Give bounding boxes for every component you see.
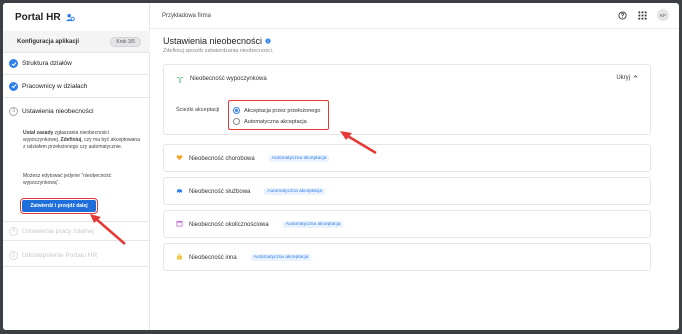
check-icon	[9, 81, 18, 91]
radio-selected-icon	[233, 107, 240, 114]
approval-paths-label: Ścieżki akceptacji	[176, 107, 220, 113]
calendar-icon	[176, 220, 183, 229]
car-icon	[176, 187, 183, 196]
step-number-icon: 3	[9, 106, 18, 116]
users-settings-icon[interactable]	[65, 13, 75, 22]
card-title: Nieobecność okolicznościowa	[189, 221, 269, 228]
step-udostepnienie: 5 Udostępnienie Portalu HR	[3, 245, 150, 267]
step-label: Udostępnienie Portalu HR	[22, 252, 98, 259]
card-header[interactable]: Nieobecność wypoczynkowa	[164, 65, 650, 92]
step-struktura-dzialow[interactable]: Struktura działów	[3, 53, 150, 75]
step-number-icon: 5	[9, 251, 18, 260]
palm-tree-icon	[176, 75, 184, 83]
desc-bold: Ustal zasady	[23, 130, 54, 136]
approval-badge: Automatyczna akceptacja	[250, 254, 312, 261]
apps-grid-icon[interactable]	[637, 10, 647, 20]
confirm-next-button[interactable]: Zatwierdź i przejdź dalej	[20, 198, 98, 214]
step-description: Ustal zasady zgłaszania nieobecności wyp…	[23, 130, 141, 151]
company-name: Przykładowa firma	[162, 12, 212, 19]
absence-card-sick[interactable]: Nieobecność chorobowa Automatyczna akcep…	[163, 144, 651, 172]
check-icon	[9, 59, 18, 68]
step-ustawienia-nieobecnosci[interactable]: 3 Ustawienia nieobecności	[3, 105, 150, 117]
step-note: Możesz edytować jedynie "nieobecność wyp…	[23, 173, 112, 186]
page-subtitle: Zdefiniuj sposób zatwierdzania nieobecno…	[163, 48, 274, 54]
page-title-text: Ustawienia nieobecności	[163, 36, 263, 46]
chevron-up-icon	[633, 74, 638, 81]
card-header: Nieobecność chorobowa Automatyczna akcep…	[164, 145, 650, 172]
step-label: Pracownicy w działach	[22, 82, 88, 90]
step-label: Ustawienia nieobecności	[22, 107, 94, 115]
top-actions: KP	[617, 9, 669, 21]
approval-badge: Automatyczna akceptacja	[282, 221, 344, 228]
absence-card-business[interactable]: Nieobecność służbowa Automatyczna akcept…	[163, 177, 651, 205]
step-badge: Krok 3/5	[110, 36, 141, 47]
config-title: Konfiguracja aplikacji	[17, 38, 80, 45]
app-title: Portal HR	[15, 12, 61, 23]
card-title: Nieobecność inna	[189, 254, 237, 261]
approval-badge: Automatyczna akceptacja	[268, 155, 330, 162]
radio-empty-icon	[233, 118, 240, 125]
approval-options: Akceptacja przez przełożonego Automatycz…	[228, 100, 329, 130]
radio-label: Automatyczna akceptacja	[244, 118, 307, 125]
app-brand: Portal HR	[15, 12, 75, 23]
card-title: Nieobecność wypoczynkowa	[190, 75, 267, 82]
step-label: Struktura działów	[22, 60, 72, 67]
hide-label: Ukryj	[616, 74, 630, 81]
absence-card-occasional[interactable]: Nieobecność okolicznościowa Automatyczna…	[163, 210, 651, 238]
card-title: Nieobecność chorobowa	[189, 155, 255, 162]
card-header: Nieobecność służbowa Automatyczna akcept…	[164, 178, 650, 205]
app-window: Portal HR Konfiguracja aplikacji Krok 3/…	[3, 3, 679, 330]
hide-toggle[interactable]: Ukryj	[616, 74, 638, 81]
step-number-icon: 4	[9, 226, 18, 236]
card-header: Nieobecność inna Automatyczna akceptacja	[164, 244, 650, 271]
help-icon[interactable]	[617, 10, 627, 20]
step-praca-zdalna: 4 Ustawienia pracy zdalnej	[3, 221, 150, 241]
absence-card-other[interactable]: Nieobecność inna Automatyczna akceptacja	[163, 243, 651, 271]
absence-card-vacation: Nieobecność wypoczynkowa Ukryj Ścieżki a…	[163, 64, 651, 135]
info-icon[interactable]	[265, 36, 271, 46]
radio-supervisor[interactable]: Akceptacja przez przełożonego	[233, 105, 324, 116]
card-title: Nieobecność służbowa	[189, 188, 251, 195]
config-header: Konfiguracja aplikacji Krok 3/5	[3, 31, 150, 53]
approval-badge: Automatyczna akceptacja	[264, 188, 326, 195]
radio-label: Akceptacja przez przełożonego	[244, 107, 321, 114]
card-header: Nieobecność okolicznościowa Automatyczna…	[164, 211, 650, 238]
bag-icon	[176, 253, 183, 262]
sidebar: Portal HR Konfiguracja aplikacji Krok 3/…	[3, 3, 150, 330]
page-title: Ustawienia nieobecności	[163, 36, 651, 46]
radio-automatic[interactable]: Automatyczna akceptacja	[233, 116, 324, 127]
avatar[interactable]: KP	[657, 9, 669, 21]
desc-bold: Zdefiniuj	[60, 137, 82, 143]
top-bar: Przykładowa firma KP	[150, 3, 679, 29]
step-pracownicy[interactable]: Pracownicy w działach	[3, 75, 150, 98]
main-content: Ustawienia nieobecności Zdefiniuj sposób…	[163, 36, 651, 271]
heart-icon	[176, 154, 183, 163]
step-label: Ustawienia pracy zdalnej	[22, 227, 94, 235]
